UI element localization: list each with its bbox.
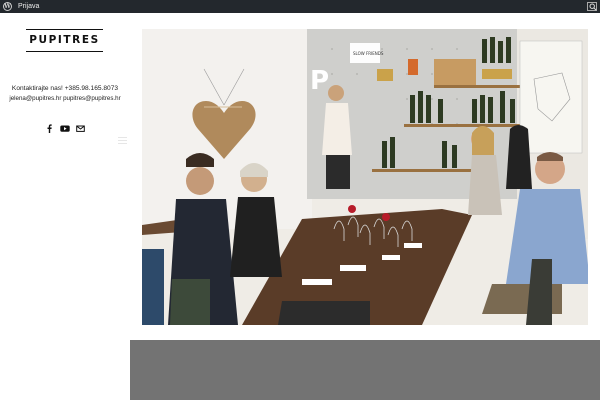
facebook-icon[interactable]	[47, 120, 52, 133]
main-content: P SLOW FRIENDS	[130, 13, 600, 400]
wordpress-icon[interactable]: W	[3, 2, 12, 11]
wine-tasting-photo: P SLOW FRIENDS	[142, 29, 588, 325]
hamburger-icon[interactable]	[118, 137, 127, 145]
login-link[interactable]: Prijava	[18, 2, 39, 11]
search-icon[interactable]	[587, 2, 597, 11]
admin-bar: W Prijava	[0, 0, 600, 13]
site-logo[interactable]: PUPITRES	[26, 29, 103, 52]
logo-text: PUPITRES	[29, 34, 100, 46]
sidebar: PUPITRES Kontaktirajte nas! +385.98.165.…	[0, 13, 130, 400]
sign-letter: P	[310, 66, 329, 96]
youtube-icon[interactable]	[60, 120, 70, 132]
lower-band	[130, 340, 600, 400]
contact-phone: Kontaktirajte nas! +385.98.165.8073	[11, 85, 119, 92]
email-icon[interactable]	[76, 120, 85, 132]
contact-emails[interactable]: jelena@pupitres.hr pupitres@pupitres.hr	[0, 95, 130, 102]
social-links	[44, 120, 86, 133]
shelf-sign: SLOW FRIENDS	[353, 51, 384, 56]
photo-illustration: P SLOW FRIENDS	[142, 29, 588, 325]
